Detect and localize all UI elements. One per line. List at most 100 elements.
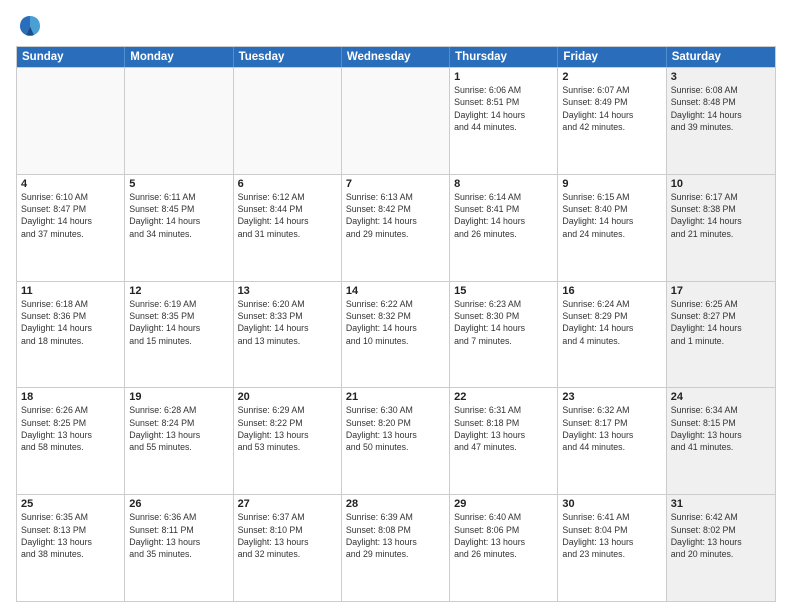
cal-cell-day-14: 14Sunrise: 6:22 AM Sunset: 8:32 PM Dayli… — [342, 282, 450, 388]
day-number: 31 — [671, 498, 771, 510]
day-number: 20 — [238, 391, 337, 403]
header — [16, 12, 776, 40]
day-number: 19 — [129, 391, 228, 403]
page: SundayMondayTuesdayWednesdayThursdayFrid… — [0, 0, 792, 612]
day-number: 18 — [21, 391, 120, 403]
cal-cell-empty — [17, 68, 125, 174]
day-info: Sunrise: 6:35 AM Sunset: 8:13 PM Dayligh… — [21, 511, 120, 560]
day-info: Sunrise: 6:14 AM Sunset: 8:41 PM Dayligh… — [454, 191, 553, 240]
day-info: Sunrise: 6:30 AM Sunset: 8:20 PM Dayligh… — [346, 404, 445, 453]
day-number: 2 — [562, 71, 661, 83]
day-info: Sunrise: 6:23 AM Sunset: 8:30 PM Dayligh… — [454, 298, 553, 347]
day-info: Sunrise: 6:29 AM Sunset: 8:22 PM Dayligh… — [238, 404, 337, 453]
cal-cell-day-20: 20Sunrise: 6:29 AM Sunset: 8:22 PM Dayli… — [234, 388, 342, 494]
day-number: 3 — [671, 71, 771, 83]
day-number: 29 — [454, 498, 553, 510]
logo-icon — [16, 12, 44, 40]
day-number: 15 — [454, 285, 553, 297]
day-number: 8 — [454, 178, 553, 190]
cal-week-1: 1Sunrise: 6:06 AM Sunset: 8:51 PM Daylig… — [17, 67, 775, 174]
day-number: 16 — [562, 285, 661, 297]
calendar: SundayMondayTuesdayWednesdayThursdayFrid… — [16, 46, 776, 602]
cal-header-friday: Friday — [558, 47, 666, 67]
day-info: Sunrise: 6:36 AM Sunset: 8:11 PM Dayligh… — [129, 511, 228, 560]
day-info: Sunrise: 6:15 AM Sunset: 8:40 PM Dayligh… — [562, 191, 661, 240]
day-info: Sunrise: 6:26 AM Sunset: 8:25 PM Dayligh… — [21, 404, 120, 453]
cal-cell-day-10: 10Sunrise: 6:17 AM Sunset: 8:38 PM Dayli… — [667, 175, 775, 281]
cal-cell-day-19: 19Sunrise: 6:28 AM Sunset: 8:24 PM Dayli… — [125, 388, 233, 494]
day-info: Sunrise: 6:06 AM Sunset: 8:51 PM Dayligh… — [454, 84, 553, 133]
cal-header-sunday: Sunday — [17, 47, 125, 67]
cal-cell-day-5: 5Sunrise: 6:11 AM Sunset: 8:45 PM Daylig… — [125, 175, 233, 281]
cal-cell-day-23: 23Sunrise: 6:32 AM Sunset: 8:17 PM Dayli… — [558, 388, 666, 494]
day-number: 12 — [129, 285, 228, 297]
cal-cell-day-4: 4Sunrise: 6:10 AM Sunset: 8:47 PM Daylig… — [17, 175, 125, 281]
day-info: Sunrise: 6:18 AM Sunset: 8:36 PM Dayligh… — [21, 298, 120, 347]
cal-cell-day-26: 26Sunrise: 6:36 AM Sunset: 8:11 PM Dayli… — [125, 495, 233, 601]
cal-week-3: 11Sunrise: 6:18 AM Sunset: 8:36 PM Dayli… — [17, 281, 775, 388]
day-info: Sunrise: 6:40 AM Sunset: 8:06 PM Dayligh… — [454, 511, 553, 560]
day-info: Sunrise: 6:28 AM Sunset: 8:24 PM Dayligh… — [129, 404, 228, 453]
cal-cell-empty — [342, 68, 450, 174]
cal-header-saturday: Saturday — [667, 47, 775, 67]
day-number: 26 — [129, 498, 228, 510]
day-info: Sunrise: 6:32 AM Sunset: 8:17 PM Dayligh… — [562, 404, 661, 453]
cal-week-2: 4Sunrise: 6:10 AM Sunset: 8:47 PM Daylig… — [17, 174, 775, 281]
cal-cell-day-21: 21Sunrise: 6:30 AM Sunset: 8:20 PM Dayli… — [342, 388, 450, 494]
day-info: Sunrise: 6:42 AM Sunset: 8:02 PM Dayligh… — [671, 511, 771, 560]
cal-cell-day-25: 25Sunrise: 6:35 AM Sunset: 8:13 PM Dayli… — [17, 495, 125, 601]
day-info: Sunrise: 6:22 AM Sunset: 8:32 PM Dayligh… — [346, 298, 445, 347]
cal-cell-day-18: 18Sunrise: 6:26 AM Sunset: 8:25 PM Dayli… — [17, 388, 125, 494]
day-number: 25 — [21, 498, 120, 510]
day-number: 23 — [562, 391, 661, 403]
day-info: Sunrise: 6:34 AM Sunset: 8:15 PM Dayligh… — [671, 404, 771, 453]
cal-header-tuesday: Tuesday — [234, 47, 342, 67]
day-info: Sunrise: 6:37 AM Sunset: 8:10 PM Dayligh… — [238, 511, 337, 560]
day-number: 14 — [346, 285, 445, 297]
day-number: 28 — [346, 498, 445, 510]
cal-cell-day-12: 12Sunrise: 6:19 AM Sunset: 8:35 PM Dayli… — [125, 282, 233, 388]
cal-cell-day-27: 27Sunrise: 6:37 AM Sunset: 8:10 PM Dayli… — [234, 495, 342, 601]
day-number: 27 — [238, 498, 337, 510]
cal-cell-day-1: 1Sunrise: 6:06 AM Sunset: 8:51 PM Daylig… — [450, 68, 558, 174]
day-info: Sunrise: 6:25 AM Sunset: 8:27 PM Dayligh… — [671, 298, 771, 347]
day-info: Sunrise: 6:17 AM Sunset: 8:38 PM Dayligh… — [671, 191, 771, 240]
logo — [16, 12, 48, 40]
cal-cell-day-30: 30Sunrise: 6:41 AM Sunset: 8:04 PM Dayli… — [558, 495, 666, 601]
day-info: Sunrise: 6:12 AM Sunset: 8:44 PM Dayligh… — [238, 191, 337, 240]
cal-cell-day-17: 17Sunrise: 6:25 AM Sunset: 8:27 PM Dayli… — [667, 282, 775, 388]
day-info: Sunrise: 6:41 AM Sunset: 8:04 PM Dayligh… — [562, 511, 661, 560]
cal-cell-day-29: 29Sunrise: 6:40 AM Sunset: 8:06 PM Dayli… — [450, 495, 558, 601]
day-info: Sunrise: 6:31 AM Sunset: 8:18 PM Dayligh… — [454, 404, 553, 453]
day-number: 11 — [21, 285, 120, 297]
day-number: 1 — [454, 71, 553, 83]
cal-week-5: 25Sunrise: 6:35 AM Sunset: 8:13 PM Dayli… — [17, 494, 775, 601]
day-info: Sunrise: 6:10 AM Sunset: 8:47 PM Dayligh… — [21, 191, 120, 240]
day-info: Sunrise: 6:07 AM Sunset: 8:49 PM Dayligh… — [562, 84, 661, 133]
cal-cell-day-24: 24Sunrise: 6:34 AM Sunset: 8:15 PM Dayli… — [667, 388, 775, 494]
calendar-body: 1Sunrise: 6:06 AM Sunset: 8:51 PM Daylig… — [17, 67, 775, 601]
cal-cell-empty — [125, 68, 233, 174]
cal-header-thursday: Thursday — [450, 47, 558, 67]
cal-cell-empty — [234, 68, 342, 174]
day-info: Sunrise: 6:20 AM Sunset: 8:33 PM Dayligh… — [238, 298, 337, 347]
cal-cell-day-31: 31Sunrise: 6:42 AM Sunset: 8:02 PM Dayli… — [667, 495, 775, 601]
day-number: 21 — [346, 391, 445, 403]
day-number: 9 — [562, 178, 661, 190]
day-number: 6 — [238, 178, 337, 190]
day-info: Sunrise: 6:08 AM Sunset: 8:48 PM Dayligh… — [671, 84, 771, 133]
day-number: 10 — [671, 178, 771, 190]
day-info: Sunrise: 6:24 AM Sunset: 8:29 PM Dayligh… — [562, 298, 661, 347]
cal-cell-day-7: 7Sunrise: 6:13 AM Sunset: 8:42 PM Daylig… — [342, 175, 450, 281]
day-info: Sunrise: 6:13 AM Sunset: 8:42 PM Dayligh… — [346, 191, 445, 240]
cal-cell-day-8: 8Sunrise: 6:14 AM Sunset: 8:41 PM Daylig… — [450, 175, 558, 281]
cal-week-4: 18Sunrise: 6:26 AM Sunset: 8:25 PM Dayli… — [17, 387, 775, 494]
day-number: 4 — [21, 178, 120, 190]
cal-cell-day-15: 15Sunrise: 6:23 AM Sunset: 8:30 PM Dayli… — [450, 282, 558, 388]
cal-cell-day-9: 9Sunrise: 6:15 AM Sunset: 8:40 PM Daylig… — [558, 175, 666, 281]
cal-cell-day-6: 6Sunrise: 6:12 AM Sunset: 8:44 PM Daylig… — [234, 175, 342, 281]
day-info: Sunrise: 6:11 AM Sunset: 8:45 PM Dayligh… — [129, 191, 228, 240]
cal-cell-day-2: 2Sunrise: 6:07 AM Sunset: 8:49 PM Daylig… — [558, 68, 666, 174]
day-info: Sunrise: 6:19 AM Sunset: 8:35 PM Dayligh… — [129, 298, 228, 347]
cal-cell-day-3: 3Sunrise: 6:08 AM Sunset: 8:48 PM Daylig… — [667, 68, 775, 174]
